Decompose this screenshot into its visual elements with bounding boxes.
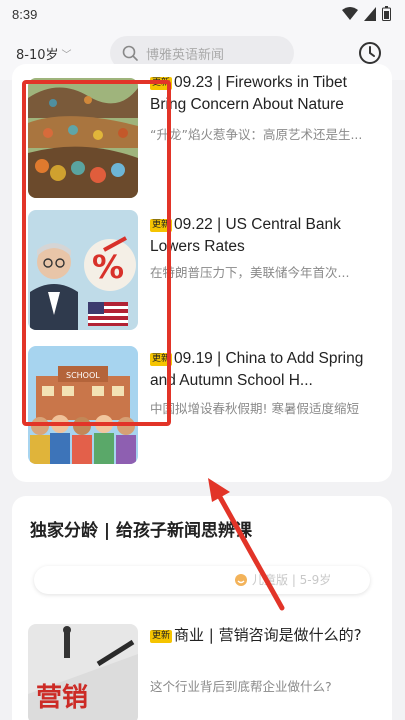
age-version-label: 儿童版 | 5-9岁 (252, 573, 332, 587)
search-placeholder: 博雅英语新闻 (146, 47, 225, 63)
update-tag: 更新 (150, 630, 173, 643)
signal-icon (364, 6, 376, 21)
status-time: 8:39 (12, 7, 38, 22)
thumbnail-landscape (28, 78, 138, 198)
article-title: 更新 09.23 | Fireworks in Tibet Bring Conce… (150, 74, 347, 113)
chevron-down-icon: ﹀ (61, 50, 72, 61)
article-subtitle: 这个行业背后到底帮企业做什么? (150, 679, 332, 694)
history-clock-icon[interactable] (357, 40, 383, 66)
article-title: 更新 09.22 | US Central Bank Lowers Rates (150, 216, 341, 255)
section-card: 独家分龄 | 给孩子新闻思辨课 儿童版 | 5-9岁 营销 更新 商业 | 营销咨… (12, 496, 392, 720)
news-list-card: 更新 09.23 | Fireworks in Tibet Bring Conce… (12, 64, 392, 482)
section-title: 独家分龄 | 给孩子新闻思辨课 (30, 521, 253, 541)
update-tag: 更新 (150, 77, 173, 90)
age-filter-label: 8-10岁 (16, 48, 59, 63)
age-version-tab[interactable]: 儿童版 | 5-9岁 (34, 566, 370, 594)
wifi-icon (342, 6, 358, 20)
list-item[interactable]: 更新 09.23 | Fireworks in Tibet Bring Conce… (28, 72, 378, 198)
svg-text:SCHOOL: SCHOOL (66, 371, 100, 380)
list-item[interactable]: 营销 更新 商业 | 营销咨询是做什么的? 这个行业背后到底帮企业做什么? (28, 624, 378, 720)
article-title: 更新 商业 | 营销咨询是做什么的? (150, 626, 362, 644)
update-tag: 更新 (150, 219, 173, 232)
list-item[interactable]: SCHOOL 更新 09.19 | China to Add Spring and… (28, 346, 378, 472)
status-icons (342, 6, 391, 21)
battery-icon (382, 6, 391, 21)
article-subtitle: “升龙”焰火惹争议：高原艺术还是生... (150, 127, 363, 142)
search-icon (122, 45, 138, 61)
thumbnail-text: 营销 (36, 683, 88, 713)
status-bar: 8:39 (0, 0, 405, 30)
update-tag: 更新 (150, 353, 173, 366)
svg-text:%: % (92, 248, 124, 286)
list-item[interactable]: % 更新 09.22 | US Central Bank Lowers Rates… (28, 210, 378, 336)
thumbnail-school: SCHOOL (28, 346, 138, 464)
smile-icon (235, 573, 247, 586)
article-subtitle: 中国拟增设春秋假期! 寒暑假适度缩短 (150, 401, 359, 416)
article-subtitle: 在特朗普压力下，美联储今年首次... (150, 265, 350, 280)
thumbnail-marketing: 营销 (28, 624, 138, 720)
thumbnail-central-bank: % (28, 210, 138, 330)
article-title: 更新 09.19 | China to Add Spring and Autumn… (150, 350, 364, 389)
age-filter-dropdown[interactable]: 8-10岁 ﹀ (16, 44, 72, 63)
